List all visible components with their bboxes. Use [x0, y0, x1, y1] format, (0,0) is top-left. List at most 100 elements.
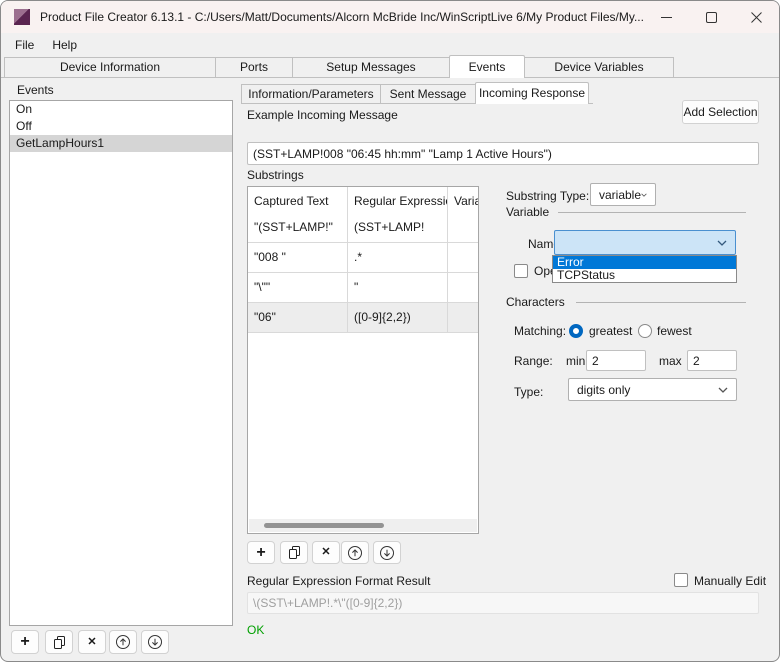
min-input[interactable] [586, 350, 646, 371]
move-up-icon [347, 545, 363, 561]
column-header-regular-expression[interactable]: Regular Expressio [348, 187, 448, 213]
substring-type-value: variable [599, 188, 641, 202]
substrings-table[interactable]: Captured Text Regular Expressio Variab "… [247, 186, 479, 534]
ope-checkbox[interactable] [514, 264, 528, 278]
list-item[interactable]: On [10, 101, 232, 118]
event-move-down-button[interactable] [141, 630, 169, 654]
matching-label: Matching: [514, 324, 566, 338]
tab-incoming-response[interactable]: Incoming Response [475, 82, 589, 104]
cell-captured-text[interactable]: "\"" [248, 273, 348, 302]
move-down-icon [379, 545, 395, 561]
cell-variable[interactable] [448, 243, 478, 272]
substring-move-down-button[interactable] [373, 541, 401, 564]
variable-group-line [558, 212, 746, 213]
event-move-up-button[interactable] [109, 630, 137, 654]
column-header-variable[interactable]: Variab [448, 187, 478, 213]
cell-variable[interactable] [448, 213, 478, 242]
substring-move-up-button[interactable] [341, 541, 369, 564]
variable-name-popup: Error TCPStatus [552, 255, 737, 283]
substring-type-dropdown[interactable]: variable [590, 183, 656, 206]
max-label: max [659, 354, 682, 368]
regex-result-label: Regular Expression Format Result [247, 574, 430, 588]
table-row[interactable]: "\"" " [248, 273, 478, 303]
character-type-dropdown[interactable]: digits only [568, 378, 737, 401]
cell-regular-expression[interactable]: (SST+LAMP! [348, 213, 448, 242]
window-title: Product File Creator 6.13.1 - C:/Users/M… [40, 10, 644, 24]
manually-edit-checkbox[interactable] [674, 573, 688, 587]
menu-file[interactable]: File [6, 35, 43, 55]
matching-fewest-label: fewest [657, 324, 692, 338]
table-header-row: Captured Text Regular Expressio Variab [248, 187, 478, 213]
delete-icon: ✕ [87, 637, 96, 648]
menu-help[interactable]: Help [43, 35, 86, 55]
move-down-icon [147, 634, 163, 650]
events-list[interactable]: On Off GetLampHours1 [9, 100, 233, 626]
matching-fewest-radio[interactable] [638, 324, 652, 338]
add-icon: + [256, 545, 265, 561]
scrollbar-thumb[interactable] [264, 523, 384, 528]
characters-group-label: Characters [506, 295, 565, 309]
cell-captured-text[interactable]: "008 " [248, 243, 348, 272]
substring-duplicate-button[interactable] [280, 541, 308, 564]
chevron-down-icon [717, 240, 727, 246]
app-window: Product File Creator 6.13.1 - C:/Users/M… [0, 0, 780, 662]
cell-variable[interactable] [448, 273, 478, 302]
app-icon [14, 9, 30, 25]
duplicate-icon [287, 545, 302, 560]
max-input[interactable] [687, 350, 737, 371]
minimize-icon [661, 12, 672, 23]
minimize-button[interactable] [644, 1, 689, 33]
table-row-selected[interactable]: "06" ([0-9]{2,2}) [248, 303, 478, 333]
cell-regular-expression[interactable]: ([0-9]{2,2}) [348, 303, 448, 332]
example-incoming-message-input[interactable] [247, 142, 759, 165]
tab-device-variables[interactable]: Device Variables [524, 57, 674, 77]
dropdown-option-tcpstatus[interactable]: TCPStatus [553, 269, 736, 282]
variable-name-dropdown[interactable] [554, 230, 736, 255]
tab-ports[interactable]: Ports [215, 57, 293, 77]
chevron-down-icon [641, 192, 647, 198]
detail-tab-bar: Information/Parameters Sent Message Inco… [241, 83, 593, 104]
characters-group-line [576, 302, 746, 303]
table-row[interactable]: "008 " .* [248, 243, 478, 273]
close-icon [751, 12, 762, 23]
cell-regular-expression[interactable]: .* [348, 243, 448, 272]
table-row[interactable]: "(SST+LAMP!" (SST+LAMP! [248, 213, 478, 243]
substring-add-button[interactable]: + [247, 541, 275, 564]
min-label: min [566, 354, 585, 368]
matching-greatest-radio[interactable] [569, 324, 583, 338]
character-type-value: digits only [577, 383, 630, 397]
window-controls [644, 1, 779, 33]
cell-variable[interactable] [448, 303, 478, 332]
tab-setup-messages[interactable]: Setup Messages [292, 57, 450, 77]
add-icon: + [20, 634, 29, 650]
delete-icon: ✕ [321, 547, 330, 558]
cell-captured-text[interactable]: "(SST+LAMP!" [248, 213, 348, 242]
manually-edit-label: Manually Edit [694, 574, 766, 588]
tab-information-parameters[interactable]: Information/Parameters [241, 84, 381, 103]
duplicate-icon [52, 635, 67, 650]
column-header-captured-text[interactable]: Captured Text [248, 187, 348, 213]
substring-delete-button[interactable]: ✕ [312, 541, 340, 564]
list-item[interactable]: Off [10, 118, 232, 135]
event-duplicate-button[interactable] [45, 630, 73, 654]
range-label: Range: [514, 354, 553, 368]
list-item-selected[interactable]: GetLampHours1 [10, 135, 232, 152]
event-add-button[interactable]: + [11, 630, 39, 654]
close-button[interactable] [734, 1, 779, 33]
cell-captured-text[interactable]: "06" [248, 303, 348, 332]
cell-regular-expression[interactable]: " [348, 273, 448, 302]
example-incoming-message-label: Example Incoming Message [247, 108, 398, 122]
status-text: OK [247, 623, 264, 637]
matching-greatest-label: greatest [589, 324, 632, 338]
tab-device-information[interactable]: Device Information [4, 57, 216, 77]
tab-sent-message[interactable]: Sent Message [380, 84, 476, 103]
add-selection-button[interactable]: Add Selection [682, 100, 759, 124]
menu-bar: File Help [1, 33, 779, 56]
tab-events[interactable]: Events [449, 55, 525, 78]
add-selection-label: Add Selection [683, 105, 757, 119]
maximize-button[interactable] [689, 1, 734, 33]
event-delete-button[interactable]: ✕ [78, 630, 106, 654]
variable-group-label: Variable [506, 205, 549, 219]
table-horizontal-scrollbar[interactable] [249, 519, 477, 532]
regex-result-input[interactable] [247, 592, 759, 614]
